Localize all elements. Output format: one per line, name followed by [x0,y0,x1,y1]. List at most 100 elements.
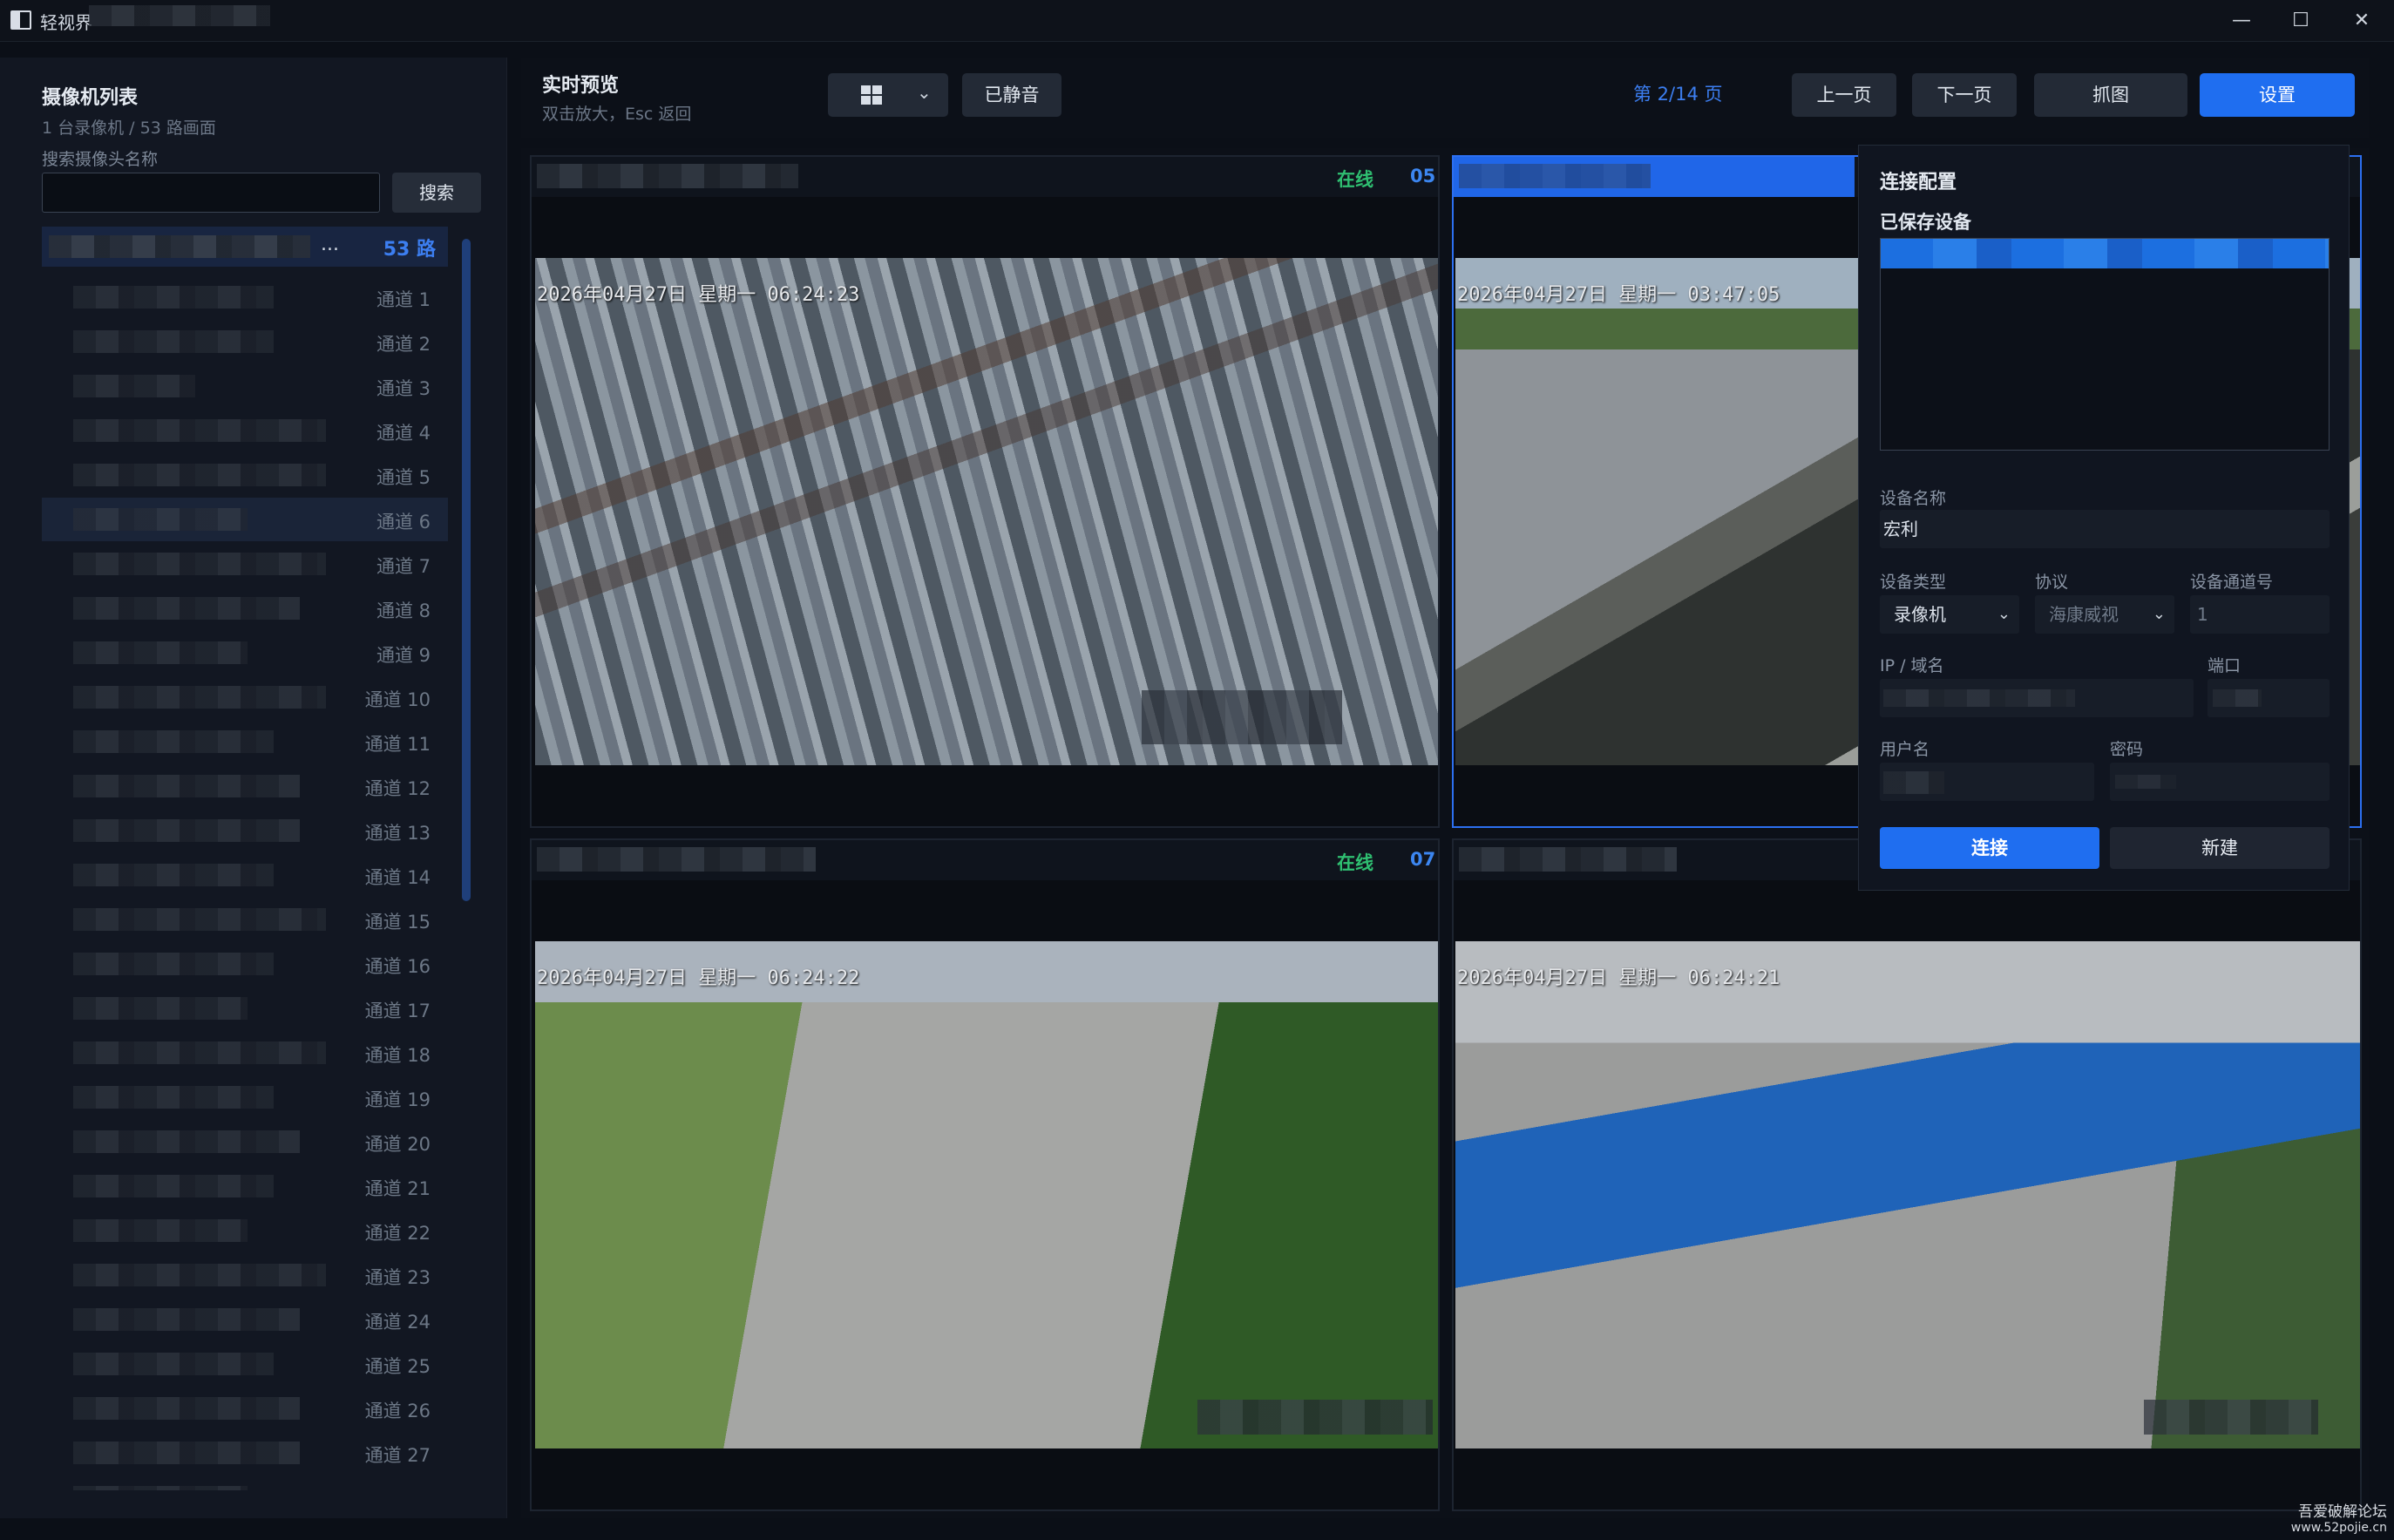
channel-list-item[interactable]: 通道 28 [42,1476,448,1490]
channel-label: 通道 26 [364,1401,431,1421]
osd-timestamp: 2026年04月27日 星期一 06:24:22 [537,967,860,989]
channel-name-redacted [73,375,195,397]
channel-list-item[interactable]: 通道 10 [42,675,448,719]
port-field[interactable] [2207,679,2330,717]
channel-list-item[interactable]: 通道 19 [42,1075,448,1119]
watermark: 吾爱破解论坛 www.52pojie.cn [2291,1499,2387,1535]
channel-name-redacted [73,1041,326,1064]
channel-name-redacted [73,686,326,709]
channel-no-field[interactable]: 1 [2190,595,2330,634]
channel-list-item[interactable]: 通道 9 [42,631,448,675]
layout-dropdown[interactable]: ⌄ [828,73,948,117]
channel-list-item[interactable]: 通道 21 [42,1164,448,1208]
channel-list-item[interactable]: 通道 24 [42,1298,448,1341]
channel-name-redacted [73,1353,274,1375]
sidebar-title: 摄像机列表 [42,87,139,109]
channel-list-item[interactable]: 通道 2 [42,320,448,363]
channel-name-redacted [73,1175,274,1197]
channel-list-item[interactable]: 通道 6 [42,498,448,541]
ip-field[interactable] [1880,679,2194,717]
password-redacted [2115,775,2176,789]
channel-list-item[interactable]: 通道 13 [42,809,448,852]
video-tile[interactable]: 在线 07 2026年04月27日 星期一 06:24:22 [530,838,1440,1511]
channel-name-redacted [73,1397,300,1420]
connect-button[interactable]: 连接 [1880,827,2099,869]
port-label: 端口 [2207,656,2241,675]
channel-name-redacted [73,1219,248,1242]
osd-redacted [2144,1400,2318,1435]
camera-name-redacted [1459,164,1651,188]
sidebar-summary: 1 台录像机 / 53 路画面 [42,119,216,138]
device-row[interactable]: ... 53 路 [42,227,448,267]
channel-list-item[interactable]: 通道 17 [42,987,448,1030]
channel-list-item[interactable]: 通道 12 [42,764,448,808]
password-label: 密码 [2110,740,2144,759]
camera-list: ... 53 路 通道 1 通道 2 通道 3 通道 4 通道 5 通道 6 通道 7 通道 … [42,227,453,1490]
channel-list-item[interactable]: 通道 8 [42,587,448,630]
ip-label: IP / 域名 [1880,656,1944,675]
search-input[interactable] [42,173,380,213]
channel-name-redacted [73,330,274,353]
saved-devices-list[interactable] [1880,238,2330,451]
new-device-button[interactable]: 新建 [2110,827,2330,869]
connection-title: 连接配置 [1880,172,1957,193]
device-name-field[interactable]: 宏利 [1880,510,2330,548]
video-tile[interactable]: 2026年04月27日 星期一 06:24:21 [1452,838,2362,1511]
channel-list-item[interactable]: 通道 22 [42,1209,448,1252]
channel-label: 通道 28 [365,1486,431,1490]
minimize-button[interactable]: — [2217,5,2266,37]
channel-list-item[interactable]: 通道 25 [42,1342,448,1386]
camera-name-redacted [1459,847,1677,872]
close-button[interactable]: ✕ [2337,5,2386,37]
snapshot-button[interactable]: 抓图 [2034,73,2187,117]
channel-list-item[interactable]: 通道 18 [42,1031,448,1075]
device-name-redacted [49,235,310,258]
channel-label: 通道 3 [376,378,431,399]
protocol-select[interactable]: 海康威视 ⌄ [2035,595,2174,634]
channel-list-item[interactable]: 通道 14 [42,853,448,897]
channel-name-redacted [73,864,274,886]
channel-label: 通道 17 [364,1001,431,1021]
next-page-button[interactable]: 下一页 [1912,73,2017,117]
page-indicator: 第 2/14 页 [1633,84,1723,105]
channel-name-redacted [73,286,274,309]
device-type-select[interactable]: 录像机 ⌄ [1880,595,2019,634]
channel-list-item[interactable]: 通道 27 [42,1431,448,1475]
channel-name-redacted [73,1486,248,1490]
channel-name-redacted [73,953,274,975]
sidebar-scrollbar[interactable] [462,239,471,901]
maximize-button[interactable]: ☐ [2276,5,2325,37]
channel-list-item[interactable]: 通道 1 [42,275,448,319]
video-tile[interactable]: 在线 05 2026年04月27日 星期一 06:24:23 [530,155,1440,828]
status-online: 在线 [1337,852,1373,873]
channel-name-redacted [73,908,326,931]
protocol-label: 协议 [2035,573,2069,592]
saved-device-selected[interactable] [1881,239,2329,268]
search-button[interactable]: 搜索 [392,173,481,213]
mute-button[interactable]: 已静音 [962,73,1061,117]
device-type-value: 录像机 [1894,604,1946,625]
osd-redacted [1197,1400,1433,1435]
channel-list-item[interactable]: 通道 16 [42,942,448,986]
device-type-label: 设备类型 [1880,573,1947,592]
app-title: 轻视界 [40,12,92,33]
settings-button[interactable]: 设置 [2200,73,2355,117]
password-field[interactable] [2110,763,2330,801]
username-field[interactable] [1880,763,2094,801]
channel-list-item[interactable]: 通道 3 [42,364,448,408]
channel-list-item[interactable]: 通道 20 [42,1120,448,1163]
status-online: 在线 [1337,169,1373,190]
channel-label: 通道 20 [364,1134,431,1155]
channel-list-item[interactable]: 通道 15 [42,898,448,941]
channel-list-item[interactable]: 通道 5 [42,453,448,497]
prev-page-button[interactable]: 上一页 [1792,73,1896,117]
username-redacted [1883,771,1944,794]
channel-list-item[interactable]: 通道 11 [42,720,448,763]
channel-label: 通道 22 [364,1223,431,1244]
channel-list-item[interactable]: 通道 26 [42,1387,448,1430]
channel-list-item[interactable]: 通道 23 [42,1253,448,1297]
preview-hint: 双击放大，Esc 返回 [542,105,692,124]
channel-list-item[interactable]: 通道 7 [42,542,448,586]
channel-list-item[interactable]: 通道 4 [42,409,448,452]
channel-name-redacted [73,1308,300,1331]
